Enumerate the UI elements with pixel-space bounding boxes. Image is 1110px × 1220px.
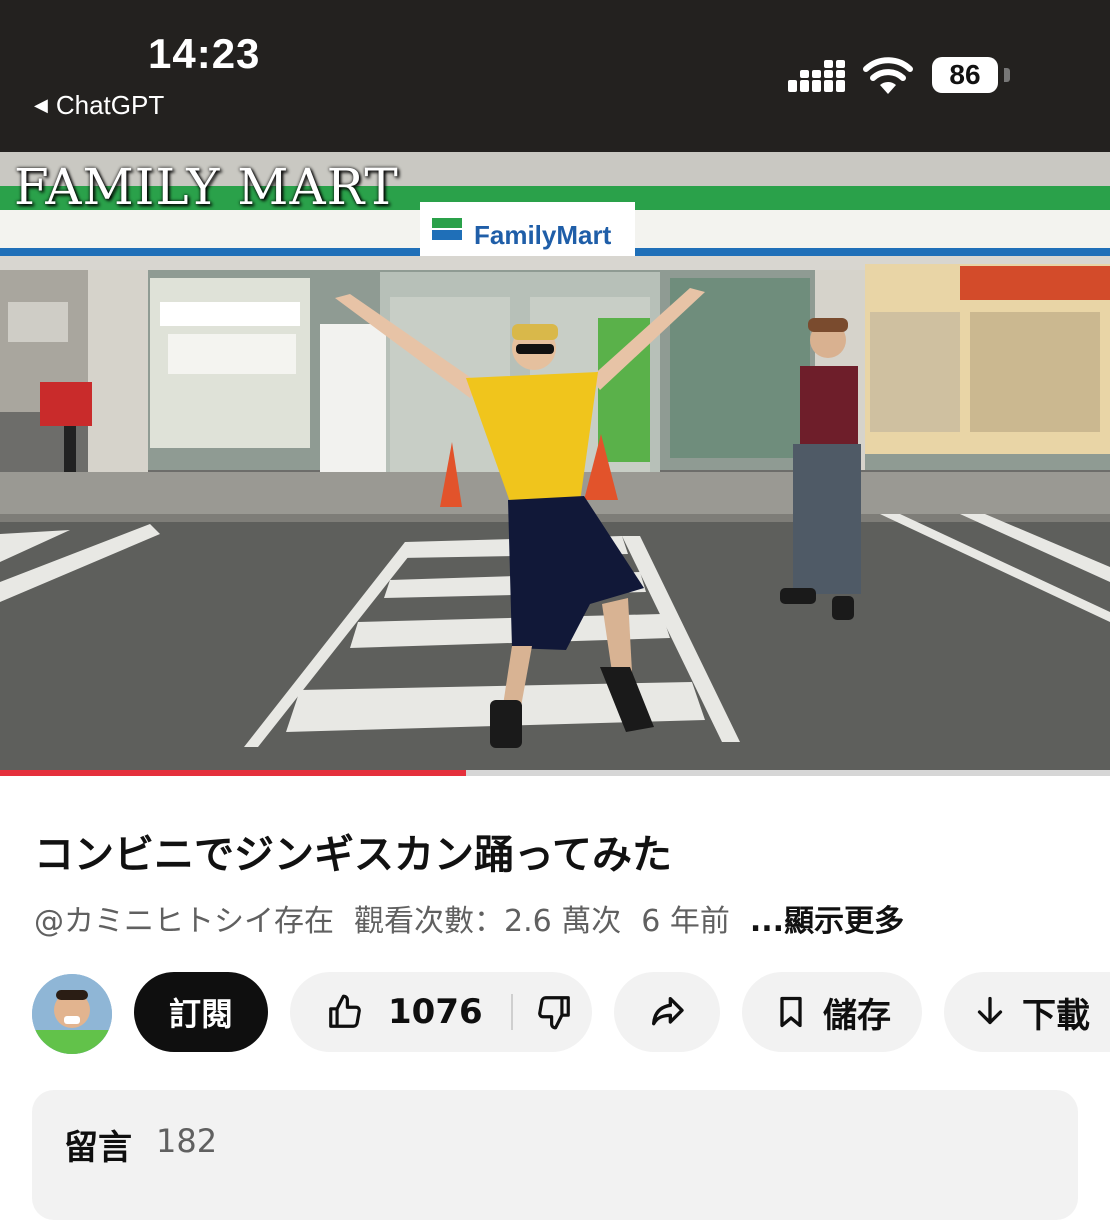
bookmark-icon (780, 996, 802, 1028)
video-frame: FamilyMart (0, 152, 1110, 772)
download-button[interactable]: 下載 (944, 972, 1110, 1052)
back-app-label: ChatGPT (55, 90, 165, 120)
upload-age: 6 年前 (641, 904, 730, 939)
dislike-icon (537, 996, 570, 1030)
dislike-button[interactable] (535, 993, 573, 1031)
video-player[interactable]: FamilyMart FAMILY MART (0, 152, 1110, 772)
like-dislike-group: 1076 (290, 972, 592, 1052)
channel-avatar[interactable] (32, 974, 112, 1054)
channel-handle: @カミニヒトシイ存在 (34, 904, 334, 939)
signal-icon (788, 60, 845, 92)
wifi-icon (863, 57, 913, 94)
download-icon (977, 996, 1003, 1025)
video-meta[interactable]: @カミニヒトシイ存在 觀看次數：2.6 萬次 6 年前 ...顯示更多 (34, 896, 904, 940)
status-time: 14:23 (148, 30, 261, 77)
like-button[interactable]: 1076 (290, 992, 483, 1032)
status-bar: 14:23 ◀ ChatGPT 86 (0, 0, 1110, 152)
video-title[interactable]: コンビニでジンギスカン踊ってみた (34, 822, 672, 880)
store-sign-text: FamilyMart (474, 220, 612, 250)
comments-count: 182 (156, 1122, 218, 1160)
view-count: 觀看次數：2.6 萬次 (354, 904, 622, 939)
back-arrow-icon: ◀ (34, 95, 48, 115)
share-icon (652, 997, 684, 1026)
comments-section[interactable]: 留言 182 (32, 1090, 1078, 1220)
share-button[interactable] (614, 972, 720, 1052)
action-bar: 訂閱 1076 儲存 下載 (0, 972, 1110, 1054)
video-details-panel: コンビニでジンギスカン踊ってみた @カミニヒトシイ存在 觀看次數：2.6 萬次 … (0, 776, 1110, 1220)
like-count: 1076 (388, 992, 483, 1032)
save-button[interactable]: 儲存 (742, 972, 922, 1052)
video-overlay-title: FAMILY MART (14, 158, 399, 216)
subscribe-button[interactable]: 訂閱 (134, 972, 268, 1052)
save-label: 儲存 (823, 995, 891, 1036)
download-label: 下載 (1022, 995, 1090, 1036)
show-more-button[interactable]: ...顯示更多 (750, 896, 904, 940)
like-divider (510, 994, 513, 1030)
battery-tip (1004, 68, 1010, 82)
battery-icon: 86 (932, 57, 998, 93)
comments-label: 留言 (64, 1128, 132, 1168)
back-to-app-link[interactable]: ◀ ChatGPT (34, 90, 164, 121)
like-icon (329, 994, 361, 1028)
